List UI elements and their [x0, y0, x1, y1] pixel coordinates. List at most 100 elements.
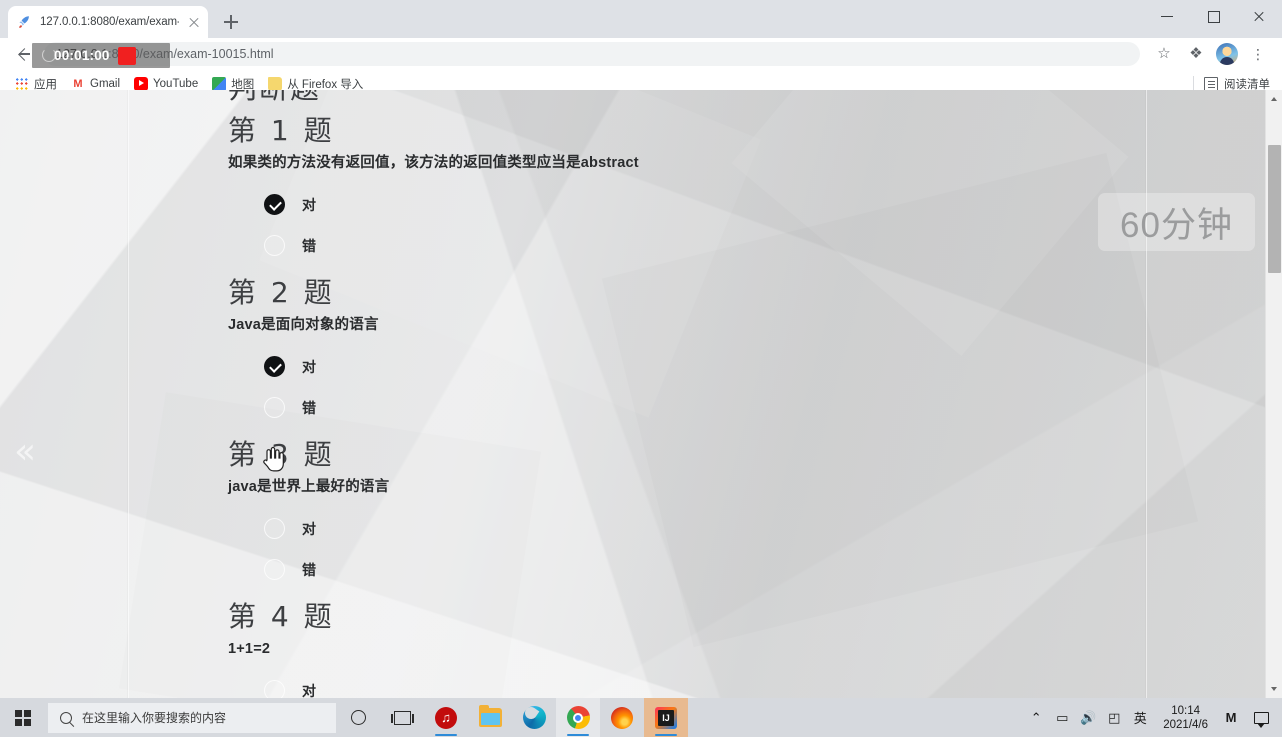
radio-button[interactable]	[264, 559, 285, 580]
clock-time: 10:14	[1171, 704, 1200, 718]
task-view-button[interactable]	[380, 698, 424, 737]
exam-question-list: 判断题 第 1 题 如果类的方法没有返回值，该方法的返回值类型应当是abstra…	[228, 90, 1088, 698]
option-label: 错	[302, 236, 316, 256]
tab-strip: 127.0.0.1:8080/exam/exam-10	[0, 0, 1282, 38]
edge-icon	[523, 706, 546, 729]
question-number: 第 4 题	[228, 600, 1088, 634]
cortana-button[interactable]	[336, 698, 380, 737]
bookmark-star-icon[interactable]: ☆	[1152, 42, 1176, 66]
tab-title: 127.0.0.1:8080/exam/exam-10	[40, 16, 179, 28]
apps-grid-icon	[15, 77, 29, 91]
option-row[interactable]: 对	[228, 346, 1088, 387]
network-icon[interactable]: ◰	[1101, 698, 1127, 737]
start-button[interactable]	[0, 698, 46, 737]
task-view-icon	[394, 711, 411, 725]
question-number: 第 3 题	[228, 438, 1088, 472]
scroll-down-arrow-icon[interactable]	[1266, 681, 1282, 698]
question-number: 第 2 题	[228, 276, 1088, 310]
question-text: 1+1=2	[228, 638, 1088, 660]
chrome-menu-icon[interactable]: ⋮	[1246, 42, 1270, 66]
volume-icon[interactable]: 🔊	[1075, 698, 1101, 737]
minimize-icon[interactable]	[1144, 0, 1190, 32]
radio-button[interactable]	[264, 518, 285, 539]
tray-chevron-up-icon[interactable]: ⌃	[1023, 698, 1049, 737]
option-row[interactable]: 对	[228, 184, 1088, 225]
window-controls	[1144, 0, 1282, 32]
page-viewport: 60分钟 判断题 第 1 题 如果类的方法没有返回值，该方法的返回值类型应当是a…	[0, 90, 1282, 698]
chrome-icon	[567, 706, 590, 729]
scrollbar-thumb[interactable]	[1268, 145, 1281, 273]
option-row[interactable]: 对	[228, 670, 1088, 698]
folder-icon	[268, 77, 282, 91]
screen: 127.0.0.1:8080/exam/exam-10 127.0.0.1:80…	[0, 0, 1282, 737]
question-item: 第 4 题 1+1=2 对	[228, 600, 1088, 698]
option-label: 对	[302, 519, 316, 539]
radio-button-selected[interactable]	[264, 194, 285, 215]
screen-recorder-overlay[interactable]: 00:01:00	[32, 43, 170, 68]
netease-music-button[interactable]: ♫	[424, 698, 468, 737]
page-scrollbar[interactable]	[1265, 90, 1282, 698]
radio-button[interactable]	[264, 235, 285, 256]
radio-button-selected[interactable]	[264, 356, 285, 377]
intellij-idea-button[interactable]	[644, 698, 688, 737]
question-item: 第 2 题 Java是面向对象的语言 对 错	[228, 276, 1088, 428]
address-bar[interactable]: 127.0.0.1:8080/exam/exam-10015.html	[44, 42, 1140, 66]
edge-button[interactable]	[512, 698, 556, 737]
rocket-favicon	[17, 14, 33, 30]
close-icon[interactable]	[1236, 0, 1282, 32]
question-item: 第 3 题 java是世界上最好的语言 对 错	[228, 438, 1088, 590]
netease-music-icon: ♫	[435, 707, 457, 729]
bookmark-label: Gmail	[90, 78, 120, 90]
notifications-button[interactable]	[1244, 698, 1278, 737]
option-label: 对	[302, 357, 316, 377]
profile-avatar[interactable]	[1216, 43, 1238, 65]
chrome-button[interactable]	[556, 698, 600, 737]
intellij-idea-icon	[655, 707, 677, 729]
question-text: 如果类的方法没有返回值，该方法的返回值类型应当是abstract	[228, 152, 1088, 174]
reading-list-icon	[1204, 77, 1218, 91]
search-icon	[60, 712, 72, 724]
new-tab-button[interactable]	[218, 9, 244, 35]
file-explorer-button[interactable]	[468, 698, 512, 737]
gmail-icon: M	[71, 77, 85, 91]
firefox-button[interactable]	[600, 698, 644, 737]
section-title: 判断题	[228, 90, 1088, 104]
bookmark-label: YouTube	[153, 78, 198, 90]
notification-icon	[1254, 712, 1269, 724]
right-column-divider	[1146, 90, 1147, 698]
radio-button[interactable]	[264, 680, 285, 698]
option-row[interactable]: 对	[228, 508, 1088, 549]
question-text: Java是面向对象的语言	[228, 314, 1088, 336]
clock-date: 2021/4/6	[1163, 718, 1208, 732]
maps-icon	[212, 77, 226, 91]
extensions-puzzle-icon[interactable]: ❖	[1184, 42, 1208, 66]
option-row[interactable]: 错	[228, 549, 1088, 590]
question-text: java是世界上最好的语言	[228, 476, 1088, 498]
left-column-divider	[128, 90, 129, 698]
windows-taskbar: 在这里输入你要搜索的内容 ♫ ⌃ ▭ 🔊 ◰	[0, 698, 1282, 737]
taskbar-clock[interactable]: 10:14 2021/4/6	[1153, 698, 1218, 737]
browser-tab[interactable]: 127.0.0.1:8080/exam/exam-10	[8, 6, 208, 38]
question-item: 第 1 题 如果类的方法没有返回值，该方法的返回值类型应当是abstract 对…	[228, 114, 1088, 266]
maximize-icon[interactable]	[1190, 0, 1236, 32]
tray-extra-icon[interactable]: M	[1218, 698, 1244, 737]
cortana-icon	[351, 710, 366, 725]
recording-elapsed-time: 00:01:00	[54, 48, 110, 63]
radio-button[interactable]	[264, 397, 285, 418]
battery-icon[interactable]: ▭	[1049, 698, 1075, 737]
option-row[interactable]: 错	[228, 387, 1088, 428]
scroll-up-arrow-icon[interactable]	[1266, 90, 1282, 107]
option-row[interactable]: 错	[228, 225, 1088, 266]
option-label: 错	[302, 560, 316, 580]
section-title-text: 判断题	[228, 90, 1088, 104]
tab-close-icon[interactable]	[186, 14, 202, 30]
option-label: 对	[302, 195, 316, 215]
reload-icon[interactable]	[42, 48, 56, 62]
option-label: 错	[302, 398, 316, 418]
taskbar-search-input[interactable]: 在这里输入你要搜索的内容	[48, 703, 336, 733]
file-explorer-icon	[479, 708, 502, 727]
ime-indicator[interactable]: 英	[1127, 698, 1153, 737]
stop-recording-button[interactable]	[118, 47, 136, 65]
question-number: 第 1 题	[228, 114, 1088, 148]
collapse-panel-chevron-left-icon[interactable]	[14, 435, 38, 469]
